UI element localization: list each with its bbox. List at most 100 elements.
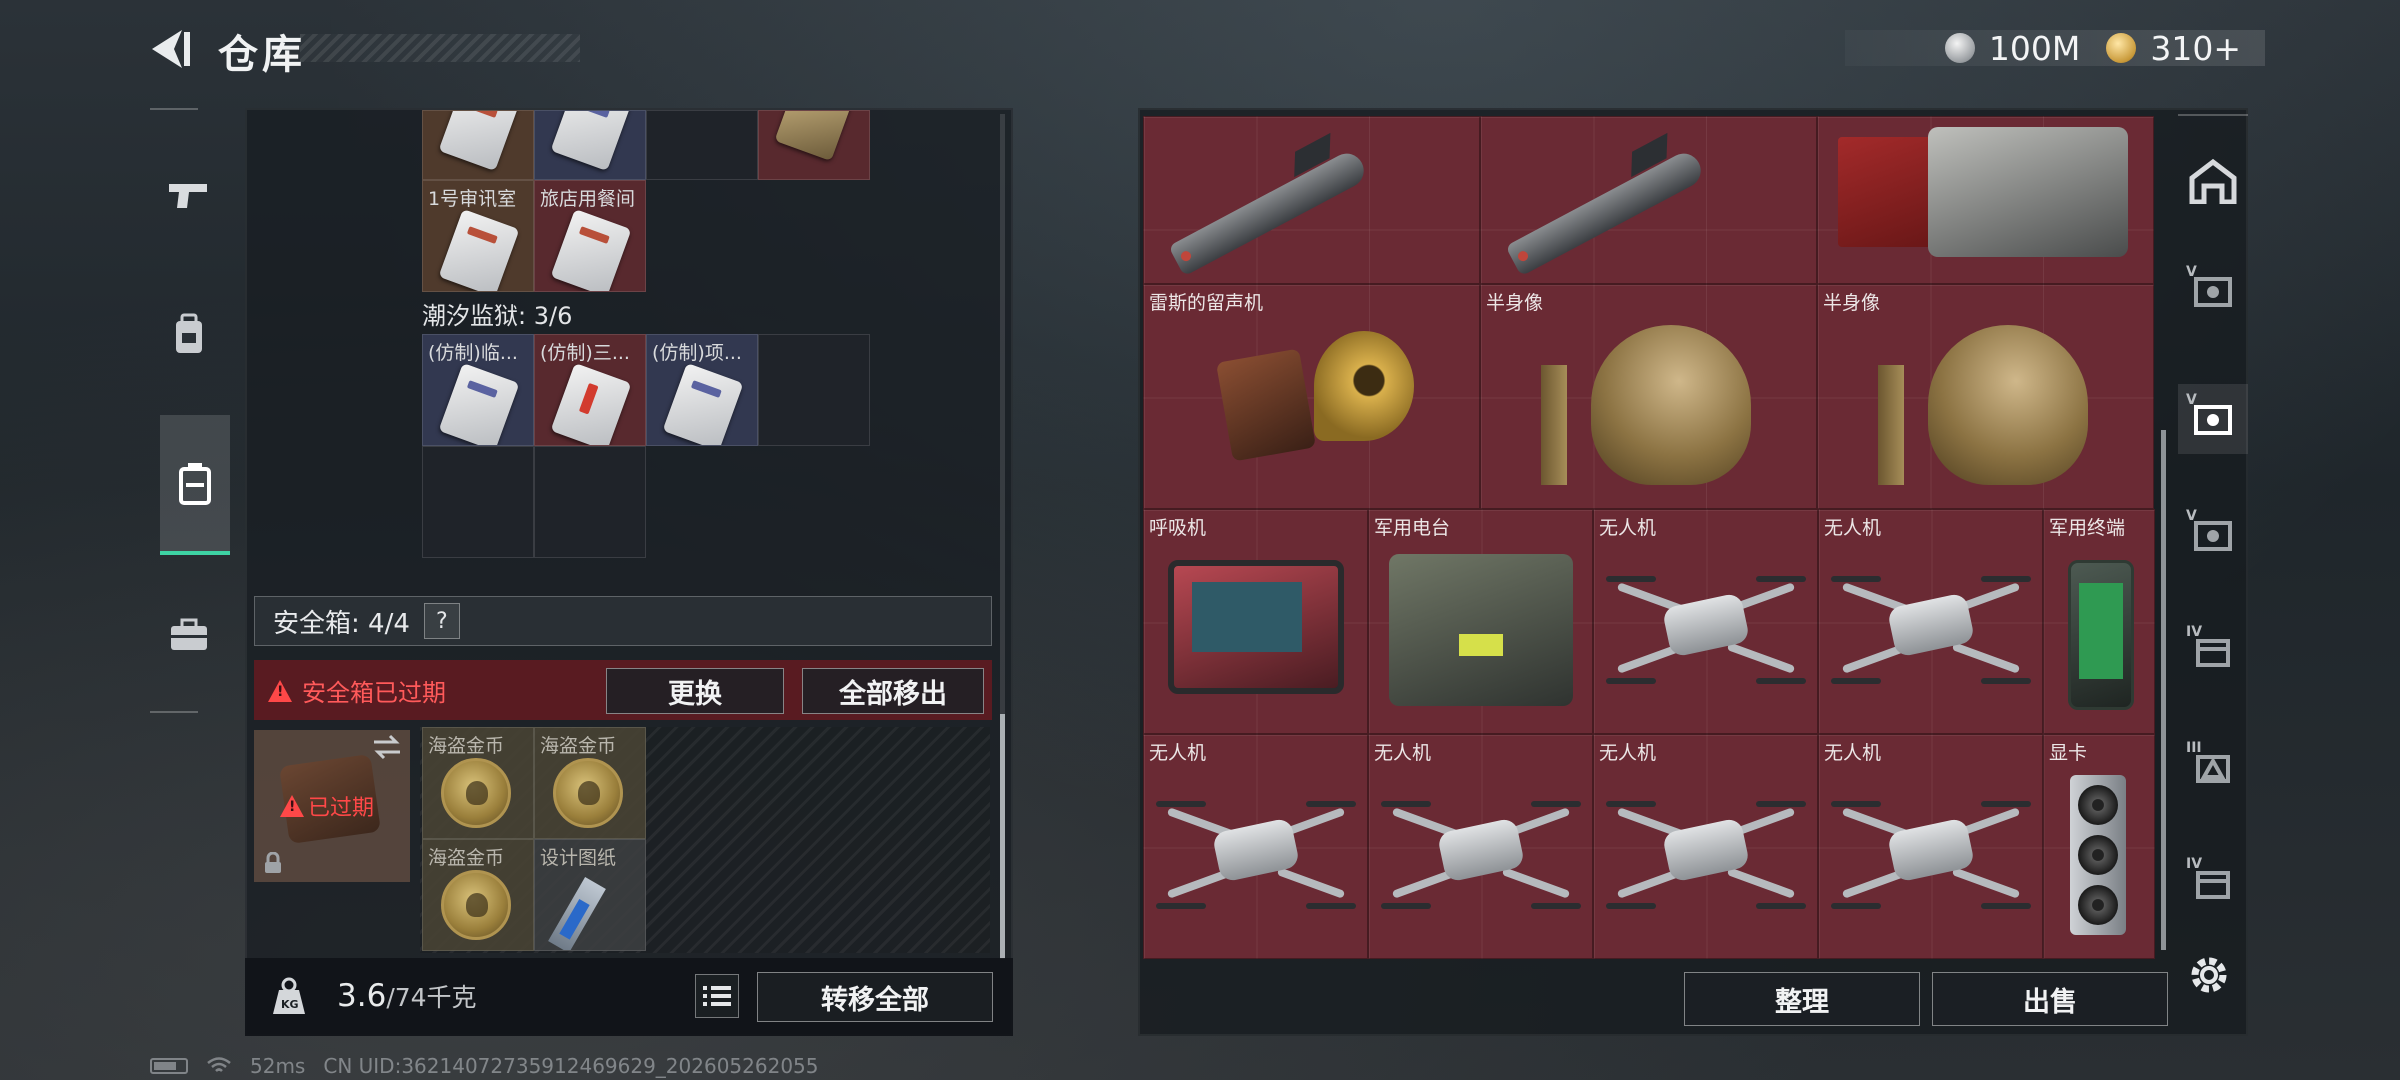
grid-item[interactable]: 半身像 <box>1480 284 1817 509</box>
military-terminal-image <box>2068 560 2134 710</box>
item-name: 设计图纸 <box>540 847 617 869</box>
item-name: 无人机 <box>1824 517 1882 539</box>
grid-item[interactable]: (仿制)三... <box>534 334 646 446</box>
back-arrow-icon[interactable] <box>148 26 194 72</box>
safebox-capacity-label: 安全箱: 4/4 <box>273 608 410 639</box>
tier-label: III <box>2186 740 2202 756</box>
grid-item[interactable]: 显卡 <box>2043 734 2155 959</box>
tab-backpack[interactable] <box>150 290 228 380</box>
transfer-all-button[interactable]: 转移全部 <box>757 972 993 1022</box>
safebox-case-slot[interactable]: 已过期 <box>254 730 410 882</box>
drone-image <box>1381 779 1581 929</box>
base-icon <box>2189 158 2237 204</box>
tab-vault-4[interactable]: IV <box>2178 616 2248 686</box>
grid-item[interactable]: (仿制)临... <box>422 334 534 446</box>
help-button[interactable]: ? <box>423 603 460 639</box>
currency-bar: 100M 310+ <box>1845 28 2265 68</box>
case-expired-badge: 已过期 <box>280 790 374 822</box>
grid-item[interactable]: (仿制)项... <box>646 334 758 446</box>
grid-slot-empty[interactable] <box>758 334 870 446</box>
item-name: 海盗金币 <box>428 735 505 757</box>
drone-image <box>1831 554 2031 704</box>
grid-item[interactable]: 无人机 <box>1143 734 1368 959</box>
item-name: 海盗金币 <box>540 735 617 757</box>
keycard-image <box>438 111 520 172</box>
warning-icon <box>280 795 304 817</box>
weight-max: /74千克 <box>386 983 477 1012</box>
replace-button[interactable]: 更换 <box>606 668 784 714</box>
grid-item[interactable]: 呼吸机 <box>1143 509 1368 734</box>
grid-item[interactable]: 军用终端 <box>2043 509 2155 734</box>
keycard-image <box>774 111 856 162</box>
lock-icon <box>265 852 281 873</box>
silver-currency-value: 100M <box>1988 28 2081 68</box>
case-expired-text: 已过期 <box>308 796 375 821</box>
grid-item[interactable] <box>1817 116 2154 284</box>
scrollbar-thumb[interactable] <box>1000 714 1005 959</box>
sell-button[interactable]: 出售 <box>1932 972 2168 1026</box>
uid-text: CN UID:36214072735912469629_202605262055 <box>323 1054 819 1078</box>
grid-item[interactable]: 无人机 <box>1818 509 2043 734</box>
grid-item[interactable] <box>1143 116 1480 284</box>
ping-value: 52ms <box>250 1054 306 1078</box>
pirate-coin-image <box>553 758 623 828</box>
grid-item[interactable]: 设计图纸 <box>534 839 646 951</box>
tab-base[interactable] <box>2178 146 2248 216</box>
item-name: 无人机 <box>1374 742 1432 764</box>
tier-label: IV <box>2186 624 2203 640</box>
tab-weapons[interactable] <box>150 150 228 240</box>
tab-vault-2[interactable]: V <box>2178 384 2248 454</box>
grid-item[interactable]: 旅店用餐间 <box>534 180 646 292</box>
blueprint-image <box>548 876 606 950</box>
swap-icon[interactable] <box>372 734 402 760</box>
equipment-image <box>1928 127 2128 257</box>
grid-item[interactable]: 半身像 <box>1817 284 2154 509</box>
bust-statue-image <box>1878 325 2088 485</box>
expired-warning: 安全箱已过期 <box>268 673 446 708</box>
grid-item[interactable]: 海盗金币 <box>534 727 646 839</box>
grid-item[interactable] <box>422 110 534 180</box>
keycard-image <box>438 208 520 291</box>
warning-icon <box>268 679 292 702</box>
item-name: (仿制)项... <box>652 342 742 364</box>
grid-slot-empty[interactable] <box>646 110 758 180</box>
grid-item[interactable] <box>534 110 646 180</box>
tab-briefcase[interactable] <box>150 590 228 680</box>
grid-item[interactable]: 1号审讯室 <box>422 180 534 292</box>
right-tab-rail: V V V IV III IV <box>2178 114 2248 974</box>
keycard-image <box>662 362 744 445</box>
grid-item[interactable]: 无人机 <box>1818 734 2043 959</box>
grid-slot-empty[interactable] <box>422 446 534 558</box>
grid-item[interactable] <box>1480 116 1817 284</box>
tab-vault-5[interactable]: III <box>2178 732 2248 802</box>
left-tab-rail <box>150 108 230 713</box>
grid-item[interactable]: 无人机 <box>1593 734 1818 959</box>
keycard-image <box>438 362 520 445</box>
tab-safebox[interactable] <box>160 415 230 555</box>
drone-image <box>1831 779 2031 929</box>
grid-slot-empty[interactable] <box>534 446 646 558</box>
tab-vault-6[interactable]: IV <box>2178 848 2248 918</box>
pirate-coin-image <box>441 870 511 940</box>
item-name: 半身像 <box>1823 292 1881 314</box>
grid-item[interactable]: 海盗金币 <box>422 727 534 839</box>
tab-vault-1[interactable]: V <box>2178 256 2248 326</box>
grid-item[interactable]: 无人机 <box>1593 509 1818 734</box>
organize-button[interactable]: 整理 <box>1684 972 1920 1026</box>
battery-icon <box>150 1058 188 1074</box>
grid-item[interactable]: 无人机 <box>1368 734 1593 959</box>
gold-coin-icon <box>2106 33 2137 63</box>
remove-all-button[interactable]: 全部移出 <box>802 668 984 714</box>
list-view-button[interactable] <box>695 974 739 1018</box>
grid-item[interactable]: 雷斯的留声机 <box>1143 284 1480 509</box>
item-name: (仿制)三... <box>540 342 630 364</box>
page-title: 仓库 <box>218 32 306 78</box>
grid-item[interactable]: 海盗金币 <box>422 839 534 951</box>
scrollbar-thumb[interactable] <box>2161 430 2166 950</box>
grid-item[interactable]: 军用电台 <box>1368 509 1593 734</box>
tab-vault-3[interactable]: V <box>2178 500 2248 570</box>
settings-gear-icon[interactable] <box>2186 952 2232 998</box>
tier-label: V <box>2186 264 2197 280</box>
grid-item[interactable] <box>758 110 870 180</box>
keycard-image <box>550 111 632 172</box>
